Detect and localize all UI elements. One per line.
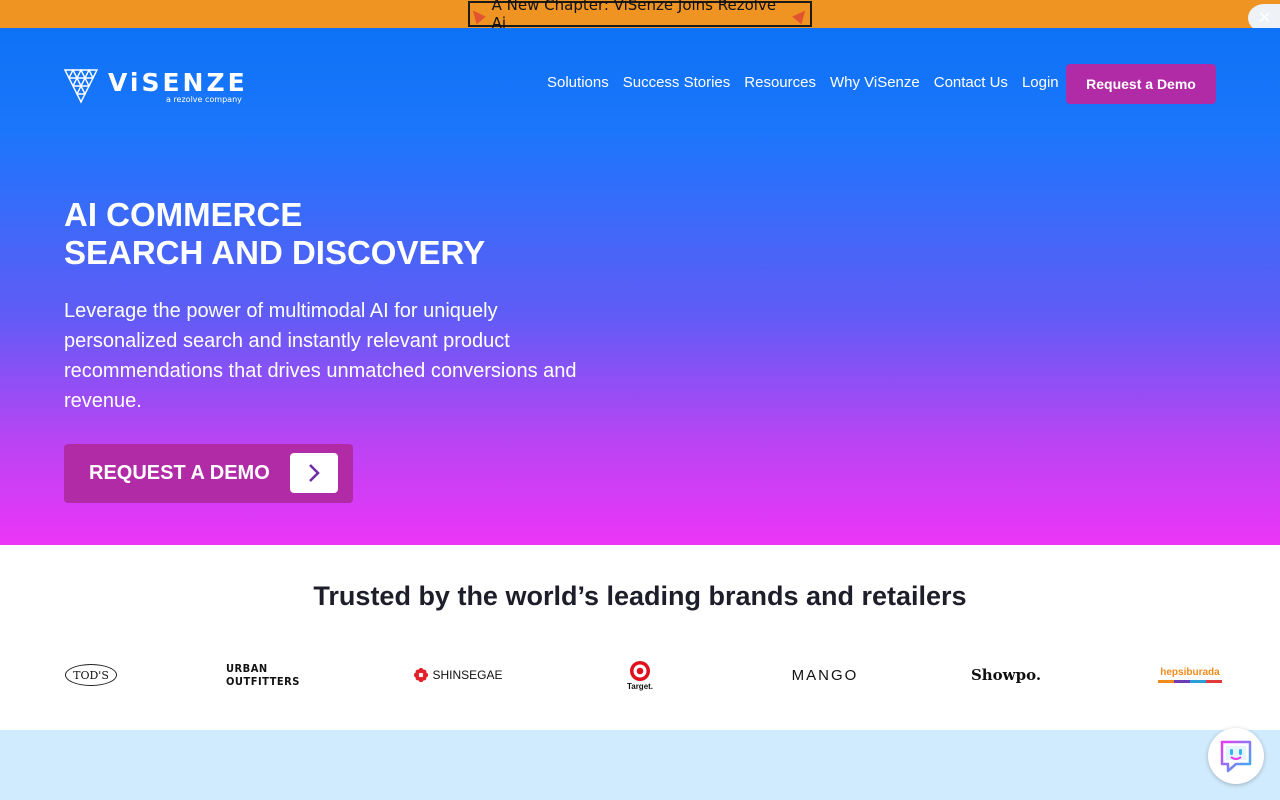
main-nav: Solutions Success Stories Resources Why …: [540, 74, 1066, 91]
target-wordmark: Target.: [626, 681, 654, 691]
brand-logo-tods: TOD'S: [64, 655, 118, 695]
brand-logo-shinsegae: SHINSEGAE: [398, 655, 518, 695]
target-bullseye-icon: [630, 660, 650, 681]
hero-title-line1: AI COMMERCE: [64, 196, 303, 233]
tods-wordmark: TOD'S: [65, 664, 117, 686]
announcement-link[interactable]: A New Chapter: ViSenze Joins Rezolve Ai: [468, 0, 812, 32]
close-icon: ✕: [1258, 8, 1272, 27]
nav-success-stories[interactable]: Success Stories: [623, 74, 731, 91]
announcement-bar: A New Chapter: ViSenze Joins Rezolve Ai …: [0, 0, 1280, 32]
brand-logo-showpo: Showpo.: [970, 666, 1042, 684]
brand-logo-target: Target.: [588, 655, 692, 695]
nav-resources[interactable]: Resources: [744, 74, 816, 91]
trusted-brands-section: Trusted by the world’s leading brands an…: [0, 545, 1280, 730]
chat-widget-button[interactable]: [1208, 728, 1264, 784]
brand-logo-hepsiburada: hepsiburada: [1130, 655, 1250, 695]
trusted-title: Trusted by the world’s leading brands an…: [313, 581, 967, 611]
logo-tagline: a rezolve company: [166, 95, 242, 104]
request-demo-hero-button[interactable]: REQUEST A DEMO: [64, 444, 353, 503]
visenze-logo[interactable]: ViSENZE a rezolve company: [63, 68, 250, 108]
brand-logo-urban-outfitters: URBAN OUTFITTERS: [226, 662, 300, 688]
chevron-right-icon: [290, 453, 338, 493]
shinsegae-flower-icon: [414, 667, 429, 683]
nav-login[interactable]: Login: [1022, 74, 1059, 91]
cta-label: REQUEST A DEMO: [89, 462, 270, 484]
hero-section: ViSENZE a rezolve company Solutions Succ…: [0, 28, 1280, 545]
brand-logo-mango: MANGO: [791, 666, 859, 684]
next-section-band: [0, 730, 1280, 800]
hero-title-line2: SEARCH AND DISCOVERY: [64, 234, 486, 271]
shinsegae-wordmark: SHINSEGAE: [432, 668, 503, 682]
nav-solutions[interactable]: Solutions: [547, 74, 609, 91]
request-demo-nav-button[interactable]: Request a Demo: [1066, 64, 1216, 104]
chat-bot-icon: [1220, 740, 1252, 773]
visenze-logo-icon: [63, 69, 99, 104]
hero-description: Leverage the power of multimodal AI for …: [64, 300, 577, 412]
nav-why-visenze[interactable]: Why ViSenze: [830, 74, 920, 91]
hero-title: AI COMMERCE SEARCH AND DISCOVERY: [64, 196, 485, 272]
hepsiburada-stripe: [1158, 680, 1222, 683]
nav-contact-us[interactable]: Contact Us: [934, 74, 1008, 91]
hepsiburada-wordmark: hepsiburada: [1160, 667, 1220, 678]
party-popper-icon: [470, 6, 486, 22]
logo-wordmark: ViSENZE: [108, 68, 248, 97]
party-popper-icon: [794, 6, 810, 22]
